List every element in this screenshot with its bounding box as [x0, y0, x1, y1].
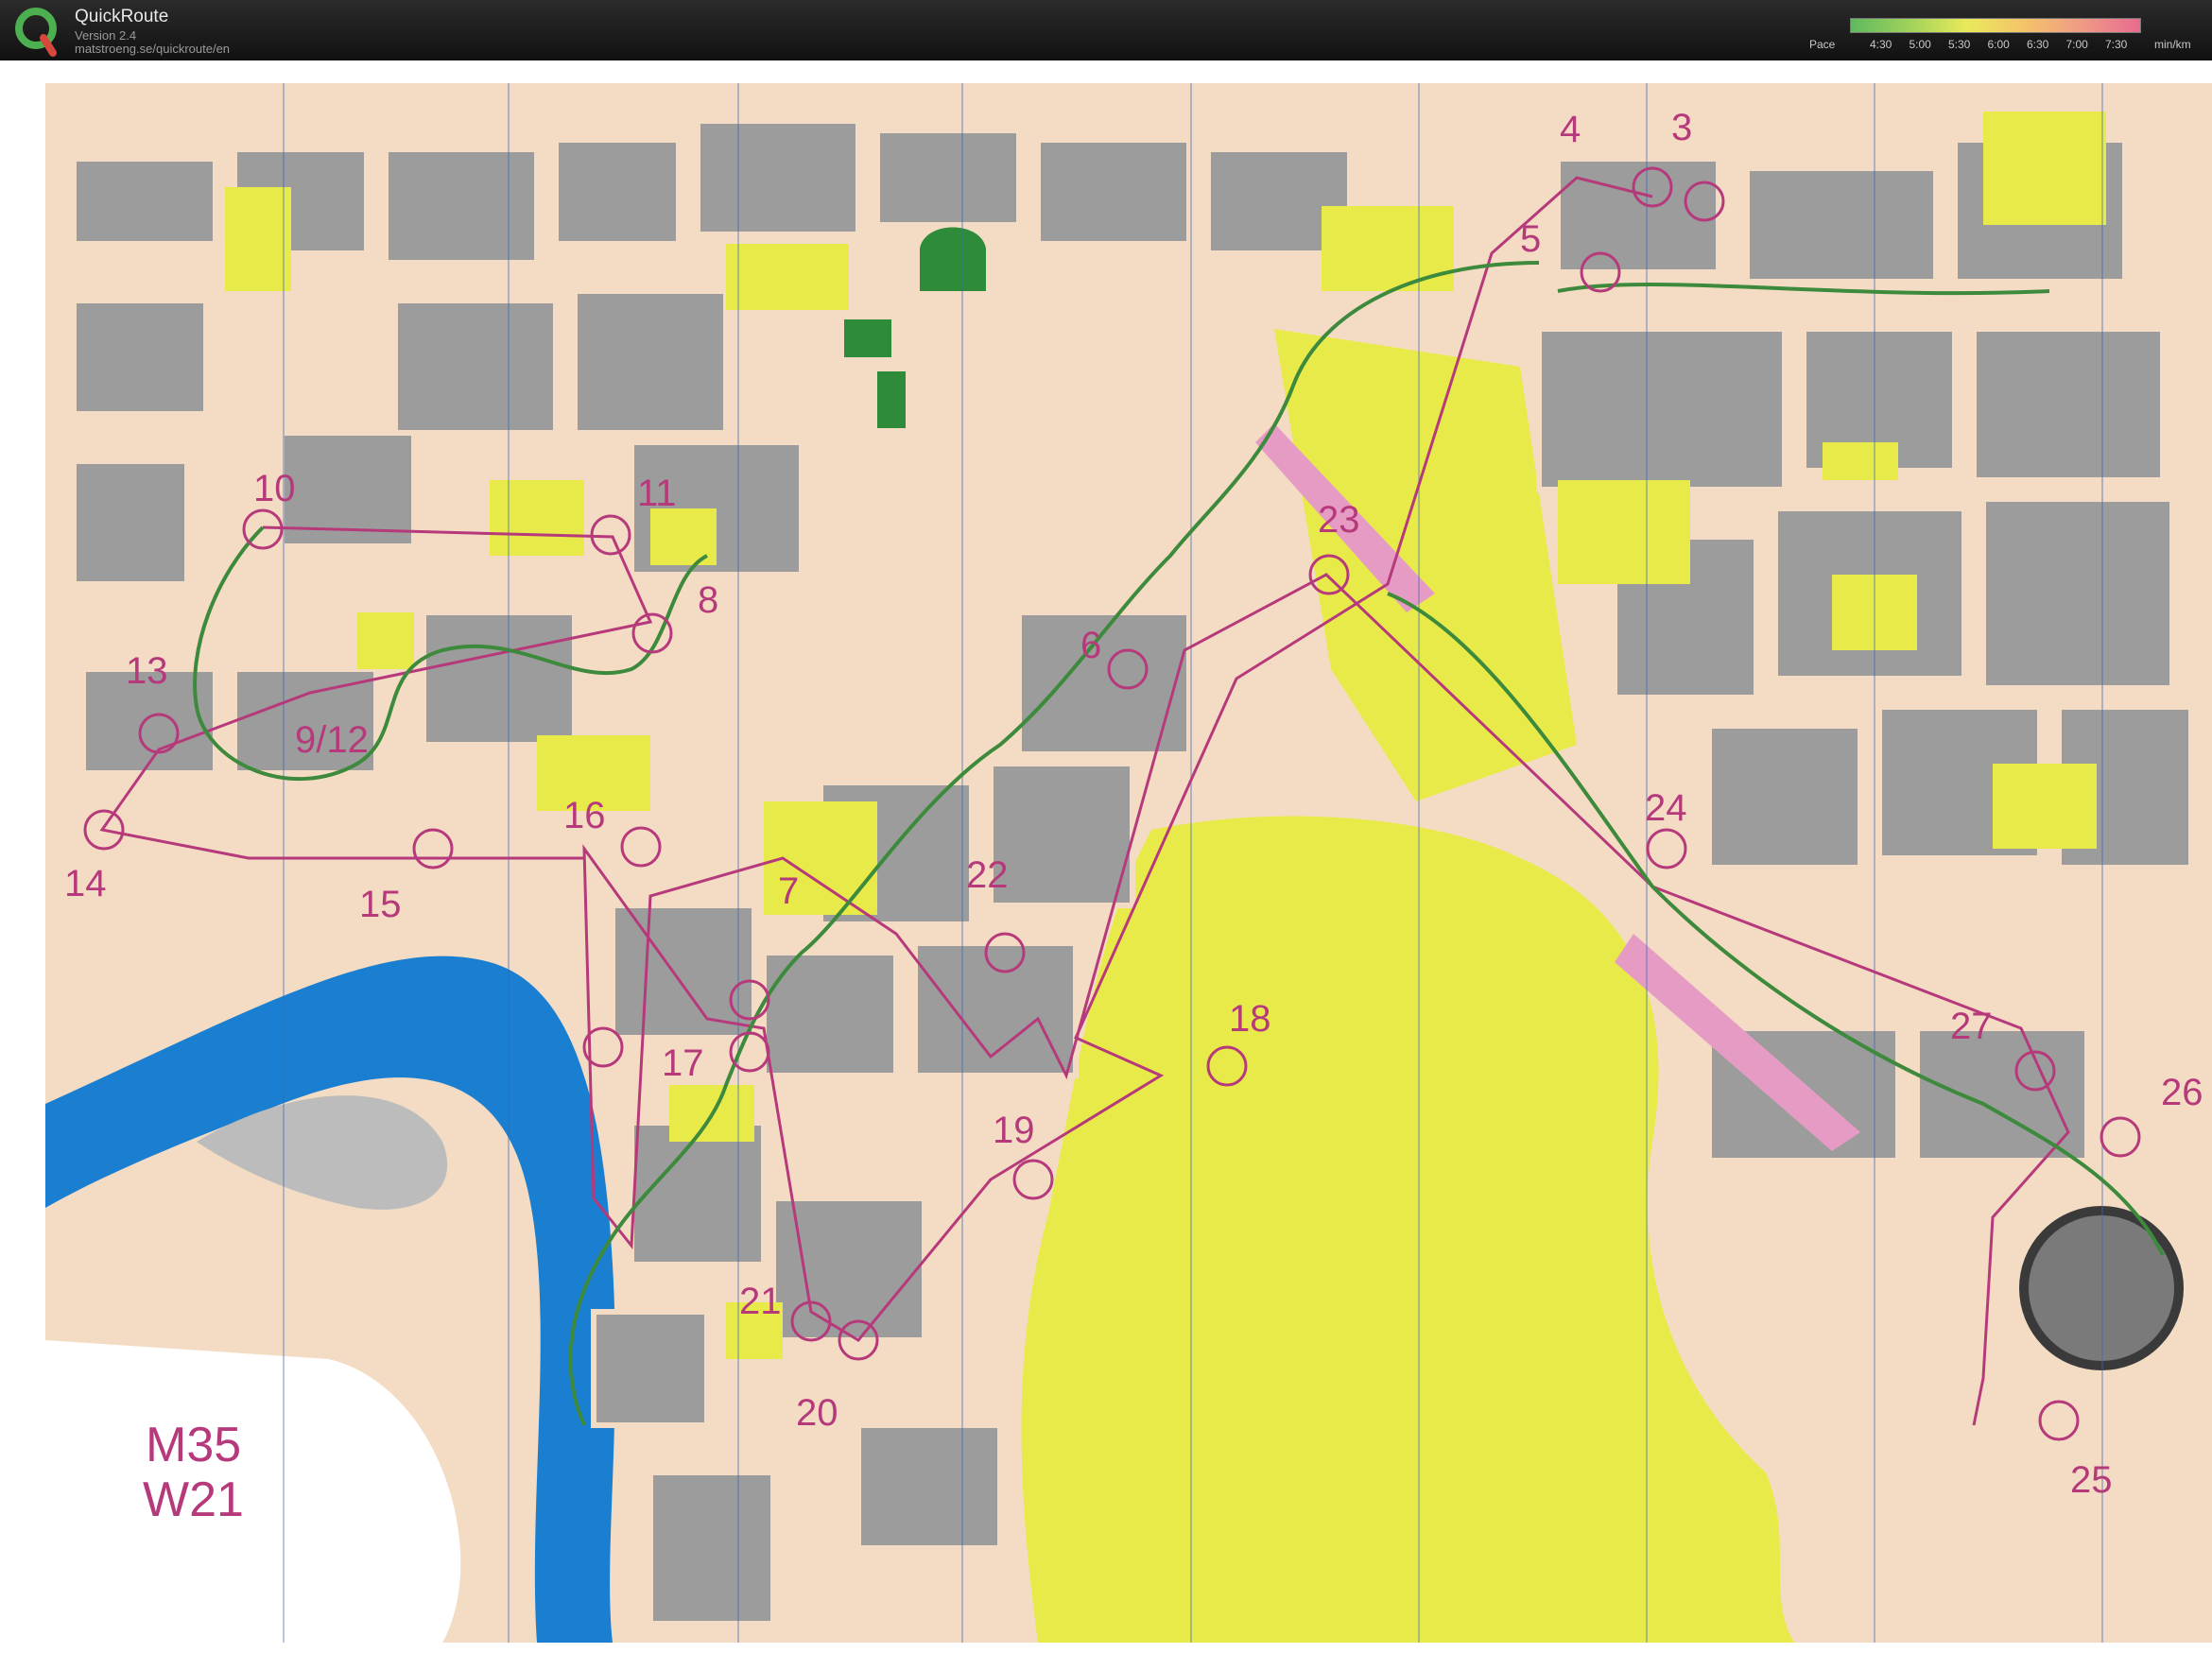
control-number: 21 [739, 1281, 782, 1322]
pace-tick-label: 4:30 [1870, 38, 1892, 51]
pace-tick-label: 7:30 [2105, 38, 2128, 51]
control-number: 4 [1560, 109, 1581, 150]
control-number: 7 [778, 870, 799, 912]
control-number: 18 [1229, 998, 1271, 1040]
control-number: 5 [1520, 218, 1541, 260]
control-number: 16 [563, 795, 606, 836]
control-number: 22 [966, 854, 1009, 896]
pace-tick-label: 5:30 [1948, 38, 1971, 51]
unmapped-area [45, 1340, 461, 1643]
class-label: M35 [146, 1418, 241, 1472]
control-number: 17 [662, 1042, 704, 1084]
parks [844, 227, 986, 428]
class-label: W21 [143, 1472, 244, 1527]
control-number: 13 [126, 650, 168, 692]
pace-tick-label: 6:30 [2027, 38, 2049, 51]
control-number: 15 [359, 884, 402, 925]
control-number: 20 [796, 1392, 838, 1434]
control-number: 6 [1080, 625, 1101, 666]
pace-legend-title: Pace [1809, 38, 1836, 51]
control-number: 19 [993, 1110, 1035, 1151]
map-canvas: 3 4 5 6 7 8 9/12 10 11 13 14 15 16 17 18… [45, 83, 2203, 1643]
pace-tick-label: 7:00 [2065, 38, 2088, 51]
control-number: 11 [637, 473, 677, 514]
colosseum [2019, 1206, 2184, 1370]
app-url[interactable]: matstroeng.se/quickroute/en [75, 42, 230, 56]
control-number: 3 [1671, 107, 1692, 148]
control-number: 23 [1318, 499, 1360, 541]
app-version: Version 2.4 [75, 28, 137, 43]
control-number: 14 [64, 863, 107, 904]
app-title: QuickRoute [75, 7, 169, 26]
app-header: QuickRoute Version 2.4 matstroeng.se/qui… [0, 0, 2212, 60]
orienteering-map[interactable]: 3 4 5 6 7 8 9/12 10 11 13 14 15 16 17 18… [45, 83, 2212, 1643]
quickroute-logo-icon [11, 4, 60, 57]
control-number: 9/12 [295, 719, 369, 761]
control-number: 26 [2161, 1072, 2203, 1113]
open-land-palatine [1021, 816, 1794, 1643]
pace-tick-label: 5:00 [1909, 38, 1931, 51]
open-land-forum [1274, 329, 1577, 801]
control-number: 25 [2070, 1459, 2113, 1501]
control-number: 10 [253, 468, 296, 509]
control-number: 8 [698, 579, 718, 621]
pace-tick-label: 6:00 [1987, 38, 2010, 51]
pace-color-bar [1850, 18, 2141, 33]
control-number: 27 [1950, 1006, 1993, 1047]
pace-legend-unit: min/km [2154, 38, 2191, 51]
control-number: 24 [1645, 787, 1687, 829]
